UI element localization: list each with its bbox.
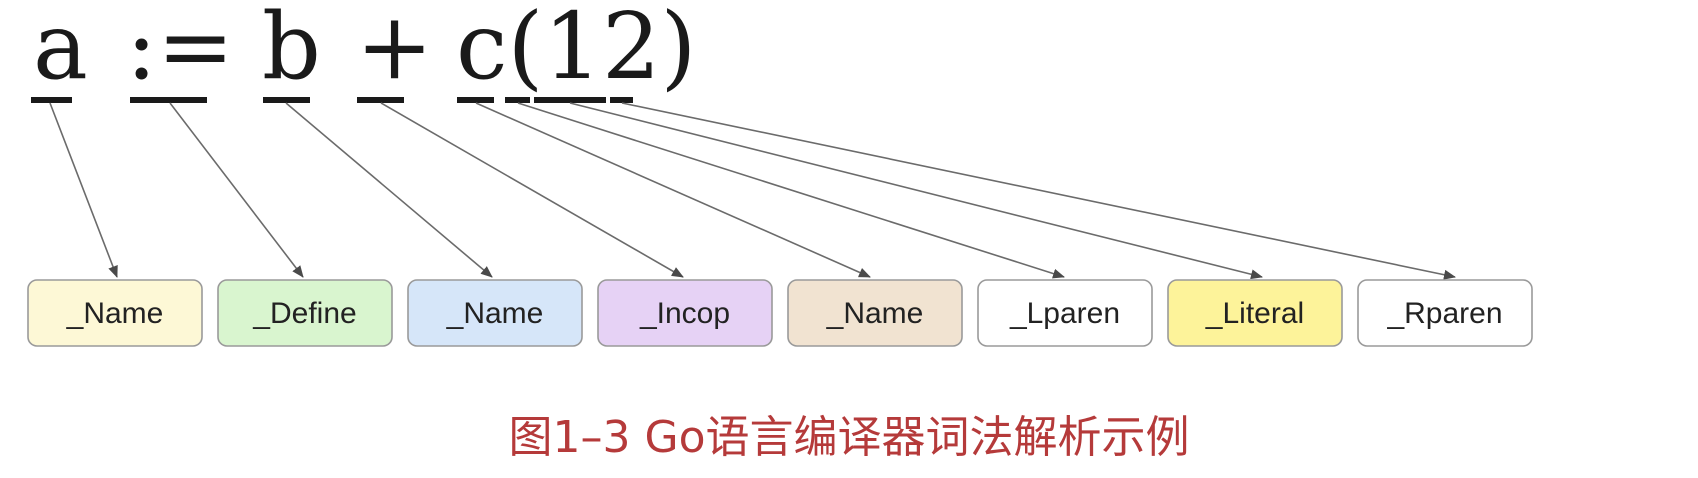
- source-token-a: a: [33, 0, 88, 100]
- source-token-call: c(12): [456, 0, 696, 100]
- figure-caption: 图1–3 Go语言编译器词法解析示例: [508, 412, 1190, 463]
- token-box-rparen: _Rparen: [1357, 279, 1533, 347]
- arrow-rparen: [621, 102, 1456, 280]
- source-token-plus: +: [356, 0, 433, 100]
- arrow-lparen: [517, 102, 1065, 279]
- token-box-label: _Lparen: [1009, 297, 1120, 330]
- token-box-label: _Literal: [1205, 297, 1304, 330]
- arrow-a: [49, 102, 118, 278]
- token-box-name-c: _Name: [787, 279, 963, 347]
- lexer-diagram: a := b + c(12) _Name _Define _Name _Inco…: [27, 0, 1533, 347]
- token-box-literal: _Literal: [1167, 279, 1343, 347]
- token-box-label: _Name: [446, 297, 544, 330]
- arrow-define: [169, 102, 304, 278]
- mapping-arrows: [49, 102, 1456, 280]
- source-code-line: a := b + c(12): [33, 0, 696, 100]
- token-type-boxes: _Name _Define _Name _Incop _Name _Lparen…: [27, 279, 1533, 347]
- arrow-b: [285, 102, 493, 278]
- token-box-lparen: _Lparen: [977, 279, 1153, 347]
- token-box-label: _Name: [66, 297, 164, 330]
- token-box-define: _Define: [217, 279, 393, 347]
- token-box-label: _Rparen: [1386, 297, 1502, 330]
- arrow-plus: [380, 102, 684, 278]
- token-box-label: _Incop: [639, 297, 730, 330]
- token-box-name-b: _Name: [407, 279, 583, 347]
- token-box-name-a: _Name: [27, 279, 203, 347]
- token-box-label: _Define: [252, 297, 356, 330]
- token-box-label: _Name: [826, 297, 924, 330]
- source-token-define: :=: [126, 0, 234, 100]
- token-box-incop: _Incop: [597, 279, 773, 347]
- source-token-b: b: [262, 0, 321, 100]
